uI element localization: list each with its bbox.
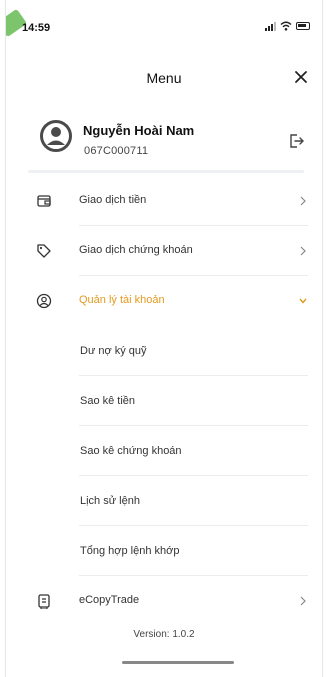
signal-icon — [265, 21, 276, 31]
profile-divider — [28, 170, 304, 173]
submenu-item-label: Dư nợ ký quỹ — [80, 345, 147, 357]
menu-header: Menu — [6, 62, 322, 92]
menu-item-label: Giao dịch chứng khoán — [79, 244, 193, 256]
user-name: Nguyễn Hoài Nam — [83, 123, 195, 138]
profile-section: Nguyễn Hoài Nam 067C000711 — [6, 106, 322, 162]
menu-item-securities-transactions[interactable]: Giao dịch chứng khoán — [6, 226, 322, 276]
submenu-item-cash-statement[interactable]: Sao kê tiền — [6, 376, 322, 426]
menu-item-label: eCopyTrade — [79, 594, 140, 606]
chevron-right-icon — [300, 596, 306, 606]
wallet-icon — [37, 195, 51, 207]
submenu-item-margin-debt[interactable]: Dư nợ ký quỹ — [6, 326, 322, 376]
submenu-item-matched-orders[interactable]: Tổng hợp lệnh khớp — [6, 526, 322, 576]
wifi-icon — [280, 21, 292, 31]
submenu-item-label: Sao kê tiền — [80, 395, 136, 407]
menu-list: Giao dịch tiền Giao dịch chứng khoán Quả… — [6, 176, 322, 626]
menu-item-ecopytrade[interactable]: eCopyTrade — [6, 576, 322, 626]
app-version: Version: 1.0.2 — [133, 629, 195, 640]
logout-icon[interactable] — [286, 131, 306, 151]
status-time: 14:59 — [22, 22, 51, 34]
submenu-item-label: Tổng hợp lệnh khớp — [80, 545, 180, 557]
account-number: 067C000711 — [84, 145, 149, 157]
status-icons — [265, 21, 310, 31]
menu-item-cash-transactions[interactable]: Giao dịch tiền — [6, 176, 322, 226]
submenu-item-order-history[interactable]: Lịch sử lệnh — [6, 476, 322, 526]
document-icon — [38, 594, 50, 609]
menu-item-label: Giao dịch tiền — [79, 194, 147, 206]
submenu-item-label: Lịch sử lệnh — [80, 495, 140, 507]
menu-item-account-management[interactable]: Quản lý tài khoản — [6, 276, 322, 326]
user-circle-icon — [36, 293, 52, 309]
tag-icon — [37, 244, 51, 258]
menu-item-label: Quản lý tài khoản — [79, 294, 165, 306]
status-bar: 14:59 — [6, 0, 322, 38]
submenu-item-securities-statement[interactable]: Sao kê chứng khoán — [6, 426, 322, 476]
chevron-right-icon — [300, 246, 306, 256]
chevron-right-icon — [300, 196, 306, 206]
close-icon[interactable] — [290, 66, 312, 88]
battery-icon — [296, 22, 310, 30]
submenu-item-label: Sao kê chứng khoán — [80, 445, 182, 457]
avatar — [40, 120, 72, 152]
home-indicator — [122, 661, 234, 664]
chevron-down-icon — [299, 298, 307, 304]
page-title: Menu — [146, 70, 182, 86]
app-screen: 14:59 Menu Nguyễn Hoài Nam 067C000711 Gi… — [5, 0, 323, 677]
